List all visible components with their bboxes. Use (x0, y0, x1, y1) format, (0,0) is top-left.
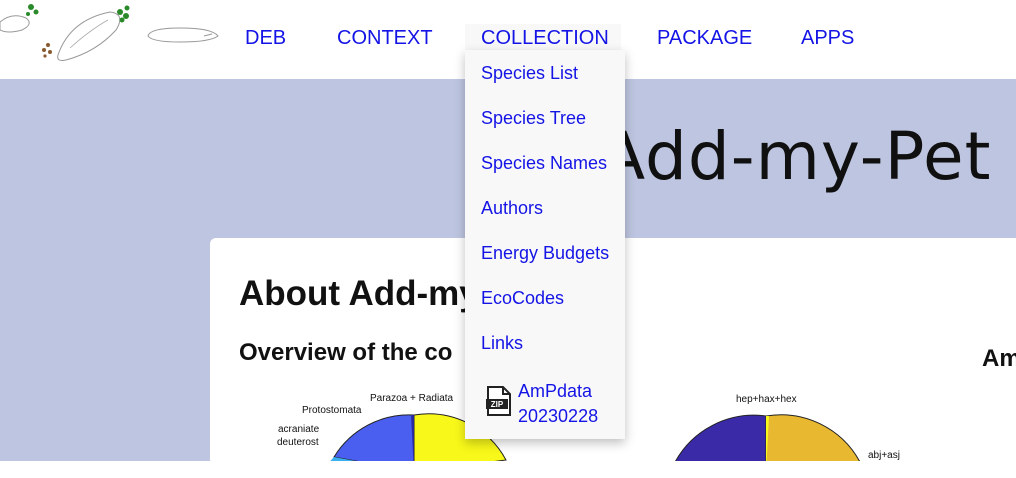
nav-deb[interactable]: DEB (245, 26, 286, 50)
ampdata-line-2: 20230228 (518, 406, 599, 426)
nav-apps[interactable]: APPS (801, 26, 854, 50)
nav-context[interactable]: CONTEXT (337, 26, 433, 50)
pie-label-protostomata: Protostomata (302, 405, 362, 416)
menu-item-species-list[interactable]: Species List (481, 62, 578, 84)
zip-file-icon: ZIP (486, 386, 511, 416)
nav-collection[interactable]: COLLECTION (481, 26, 609, 50)
menu-item-ecocodes[interactable]: EcoCodes (481, 287, 564, 309)
right-pie-chart (675, 414, 860, 461)
pie-label-acraniate: acraniate (278, 424, 320, 435)
pie-slice-gold (765, 414, 860, 461)
ampdata-line-1: AmPdata (518, 381, 593, 401)
pie-label-abj: abj+asj (868, 450, 900, 461)
menu-item-links[interactable]: Links (481, 332, 523, 354)
pie-label-hep: hep+hax+hex (736, 394, 797, 405)
ampdata-label[interactable]: AmPdata 20230228 (518, 379, 598, 429)
nav-package[interactable]: PACKAGE (657, 26, 752, 50)
logo[interactable] (0, 0, 230, 79)
pie-label-parazoa: Parazoa + Radiata (370, 393, 454, 404)
banner-title: Add-my-Pet (600, 118, 992, 195)
page-title: About Add-my (239, 274, 479, 313)
overview-heading: Overview of the co (239, 339, 453, 366)
pie-slice-blue (333, 414, 415, 461)
pie-slice-purple (675, 414, 767, 461)
right-heading: Am (982, 345, 1016, 372)
menu-item-authors[interactable]: Authors (481, 197, 543, 219)
menu-item-species-tree[interactable]: Species Tree (481, 107, 586, 129)
menu-item-energy-budgets[interactable]: Energy Budgets (481, 242, 609, 264)
pie-label-deuterost: deuterost (277, 437, 319, 448)
zip-icon-text: ZIP (491, 400, 504, 409)
menu-item-species-names[interactable]: Species Names (481, 152, 607, 174)
